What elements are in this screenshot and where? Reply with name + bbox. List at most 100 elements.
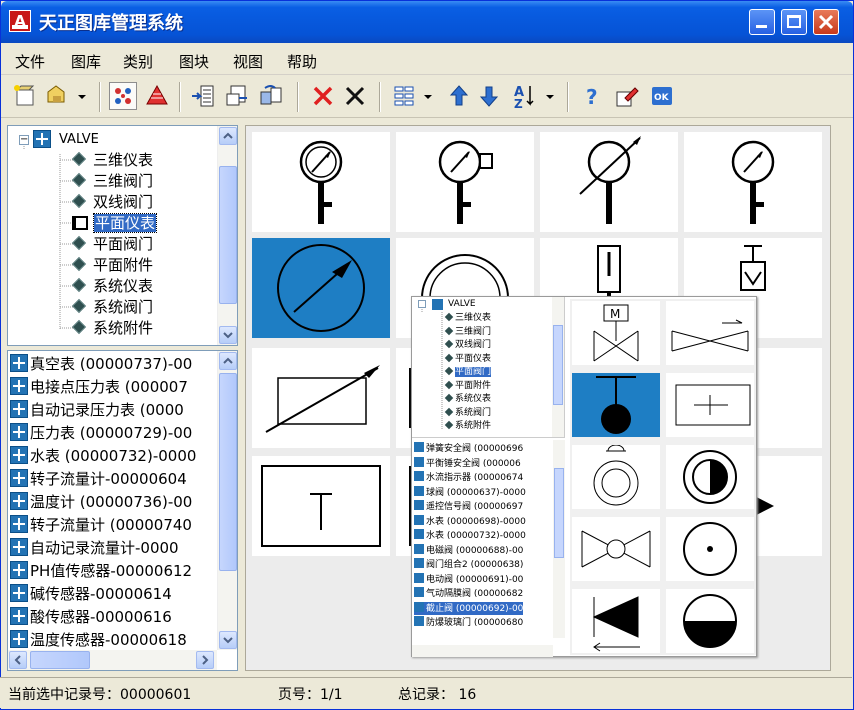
layout-dropdown-button[interactable] [421, 82, 435, 110]
list-item[interactable]: 转子流量计-00000604 [10, 468, 187, 491]
scroll-left-button[interactable] [9, 651, 27, 669]
tree-item[interactable]: 三维仪表 [70, 150, 154, 171]
list-item[interactable]: 温度传感器-00000618 [10, 629, 187, 652]
menu-block[interactable]: 图块 [179, 51, 209, 72]
delete-button[interactable] [309, 82, 337, 110]
list-item[interactable]: 温度计 (00000736)-00 [10, 491, 192, 514]
help-button[interactable]: ? [579, 82, 607, 110]
delete-all-button[interactable] [341, 82, 369, 110]
scroll-down-button[interactable] [219, 326, 237, 344]
symbol-cell[interactable] [252, 456, 390, 556]
float-valve-symbol [596, 376, 636, 434]
inset-list-item: 遥控信号阀 (00000697 [414, 500, 523, 513]
move-down-button[interactable] [475, 82, 503, 110]
tree-root[interactable]: VALVE [58, 129, 100, 150]
inset-tree-item: 平面仪表 [412, 353, 491, 366]
tree-item[interactable]: 系统附件 [70, 318, 154, 339]
minimize-button[interactable] [749, 9, 775, 35]
list-item[interactable]: 真空表 (00000737)-00 [10, 353, 192, 376]
inset-tree-item-label: 三维阀门 [455, 326, 492, 337]
chevron-left-icon [14, 655, 21, 665]
title-bar[interactable]: A 天正图库管理系统 [1, 1, 853, 43]
symbol-cell[interactable] [684, 132, 822, 232]
list-item[interactable]: 压力表 (00000729)-00 [10, 422, 192, 445]
display-mode-button[interactable] [109, 82, 137, 110]
symbol-cell[interactable] [540, 132, 678, 232]
toolbar-separator [179, 82, 181, 112]
menu-view[interactable]: 视图 [233, 51, 263, 72]
sort-icon: AZ [514, 85, 534, 111]
diamond-icon [444, 393, 454, 403]
symbol-cell[interactable] [396, 132, 534, 232]
tree-collapse-toggle[interactable]: − [19, 135, 29, 145]
category-tree[interactable]: − VALVE 三维仪表 三维阀门 双线阀门 平面仪表 平面阀门 平面附件 系统仪表 系统阀门… [7, 125, 238, 346]
list-horizontal-scrollbar[interactable] [8, 650, 217, 670]
tree-item[interactable]: 双线阀门 [70, 192, 154, 213]
half-circle-symbol [683, 594, 737, 648]
tree-item[interactable]: 平面阀门 [70, 234, 154, 255]
layout-button[interactable] [391, 82, 419, 110]
menu-file[interactable]: 文件 [15, 51, 45, 72]
move-up-button[interactable] [445, 82, 473, 110]
menu-category[interactable]: 类别 [123, 51, 153, 72]
list-item[interactable]: 酸传感器-00000616 [10, 606, 172, 629]
inset-tree-item: 双线阀门 [412, 339, 491, 352]
tree-item[interactable]: 平面附件 [70, 255, 154, 276]
open-dropdown-button[interactable] [75, 82, 89, 110]
replace-button[interactable] [257, 82, 285, 110]
block-icon [10, 469, 28, 487]
scroll-right-button[interactable] [196, 651, 214, 669]
scroll-thumb[interactable] [219, 373, 237, 571]
symbol-cell-selected[interactable] [252, 238, 390, 338]
status-selected-record: 当前选中记录号：00000601 [8, 687, 192, 703]
block-icon [414, 471, 424, 481]
block-icon [414, 543, 424, 554]
list-item[interactable]: 电接点压力表 (000007 [10, 376, 188, 399]
edit-button[interactable] [613, 82, 641, 110]
export-button[interactable] [223, 82, 251, 110]
chevron-down-icon [223, 332, 233, 339]
list-item[interactable]: 自动记录流量计-0000 [10, 537, 179, 560]
list-item[interactable]: PH值传感器-00000612 [10, 560, 192, 583]
diamond-icon [71, 319, 87, 335]
close-button[interactable] [813, 9, 839, 35]
scroll-down-button[interactable] [219, 631, 237, 649]
menu-library[interactable]: 图库 [71, 51, 101, 72]
ok-button[interactable]: OK [649, 82, 677, 110]
scroll-thumb[interactable] [30, 651, 90, 669]
tree-item[interactable]: 系统阀门 [70, 297, 154, 318]
scroll-up-button[interactable] [219, 352, 237, 370]
list-item[interactable]: 转子流量计 (00000740 [10, 514, 192, 537]
block-icon [10, 400, 28, 418]
tree-item[interactable]: 系统仪表 [70, 276, 154, 297]
scroll-up-button[interactable] [219, 127, 237, 145]
list-vertical-scrollbar[interactable] [217, 351, 237, 650]
library-icon [33, 130, 51, 148]
symbol-cell[interactable] [252, 348, 390, 448]
inset-list-item: 水表 (00000698)-0000 [414, 514, 526, 528]
new-library-button[interactable] [11, 82, 39, 110]
batch-button[interactable] [143, 82, 171, 110]
tree-item[interactable]: 平面仪表 [70, 213, 158, 234]
list-item[interactable]: 水表 (00000732)-0000 [10, 445, 196, 468]
inset-list-item: 防爆玻璃门 (00000680 [414, 616, 523, 629]
scroll-thumb[interactable] [219, 166, 237, 304]
maximize-button[interactable] [781, 9, 807, 35]
sort-dropdown-button[interactable] [543, 82, 557, 110]
sort-button[interactable]: AZ [511, 82, 539, 111]
inset-tree-item-label: 平面仪表 [455, 353, 492, 364]
menu-help[interactable]: 帮助 [287, 51, 317, 72]
symbol-cell[interactable] [252, 132, 390, 232]
block-list[interactable]: 真空表 (00000737)-00 电接点压力表 (000007 自动记录压力表 (… [7, 350, 238, 671]
tree-vertical-scrollbar[interactable] [217, 126, 237, 345]
tree-item[interactable]: 三维阀门 [70, 171, 154, 192]
block-icon [10, 515, 28, 533]
list-item-label: 压力表 (00000729)-00 [30, 424, 193, 442]
list-item[interactable]: 自动记录压力表 (0000 [10, 399, 184, 422]
import-button[interactable] [189, 82, 217, 110]
list-item-label: 真空表 (00000737)-00 [30, 355, 193, 373]
list-item[interactable]: 碱传感器-00000614 [10, 583, 172, 606]
list-item-label: 温度计 (00000736)-00 [30, 493, 193, 511]
app-icon[interactable]: A [9, 10, 31, 32]
open-library-button[interactable] [45, 82, 73, 110]
